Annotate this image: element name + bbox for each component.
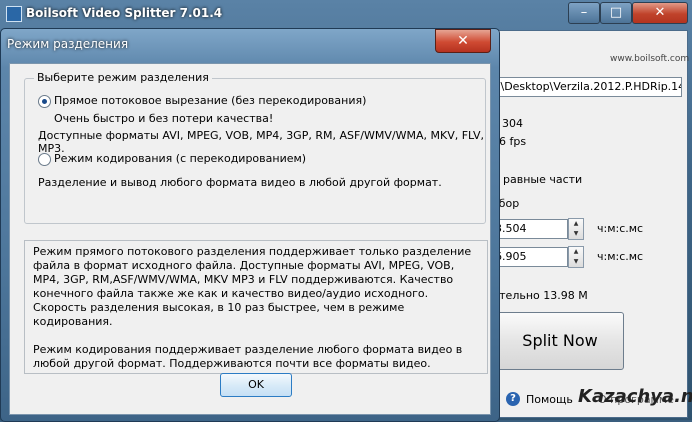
minimize-button[interactable]: –	[568, 2, 600, 24]
dialog-body: Выберите режим разделения Прямое потоков…	[9, 63, 491, 415]
dialog-title: Режим разделения	[7, 37, 129, 51]
encode-mode-description: Разделение и вывод любого формата видео …	[38, 176, 442, 189]
source-file-path[interactable]: M\Desktop\Verzila.2012.P.HDRip.140	[490, 77, 682, 97]
end-time-unit: ч:м:с.мс	[597, 250, 644, 263]
description-paragraph-1: Режим прямого потокового разделения подд…	[33, 245, 472, 328]
direct-stream-radio[interactable]	[38, 95, 51, 108]
split-now-button[interactable]: Split Now	[496, 312, 624, 370]
start-time-unit: ч:м:с.мс	[597, 222, 644, 235]
help-link[interactable]: Помощь	[526, 393, 573, 406]
equal-parts-label: равные части	[503, 173, 583, 186]
help-icon[interactable]: ?	[506, 392, 520, 406]
direct-stream-subtitle: Очень быстро и без потери качества!	[54, 112, 274, 125]
encode-mode-radio[interactable]	[38, 153, 51, 166]
start-time-spinner[interactable]: ▲ ▼	[568, 218, 584, 240]
output-size: ительно 13.98 M	[492, 289, 588, 302]
mode-group-title: Выберите режим разделения	[34, 71, 212, 84]
watermark: Kazachya.net	[578, 386, 692, 407]
split-mode-dialog: Режим разделения ✕ Выберите режим раздел…	[0, 28, 500, 422]
description-paragraph-2: Режим кодирования поддерживает разделени…	[33, 343, 463, 370]
app-icon	[6, 6, 22, 22]
start-time-input[interactable]: 3.504	[492, 219, 568, 239]
website-link[interactable]: www.boilsoft.com	[610, 54, 689, 64]
main-window-title: Boilsoft Video Splitter 7.01.4	[26, 6, 223, 20]
dialog-close-button[interactable]: ✕	[435, 29, 491, 53]
direct-stream-label[interactable]: Прямое потоковое вырезание (без перекоди…	[54, 94, 366, 107]
ok-button[interactable]: OK	[220, 373, 292, 397]
end-time-input[interactable]: 6.905	[492, 247, 568, 267]
encode-mode-label[interactable]: Режим кодирования (с перекодированием)	[54, 152, 306, 165]
maximize-button[interactable]: □	[600, 2, 632, 24]
end-time-spinner[interactable]: ▲ ▼	[568, 246, 584, 268]
main-close-button[interactable]: ✕	[632, 2, 688, 24]
mode-description-box: Режим прямого потокового разделения подд…	[24, 240, 488, 374]
